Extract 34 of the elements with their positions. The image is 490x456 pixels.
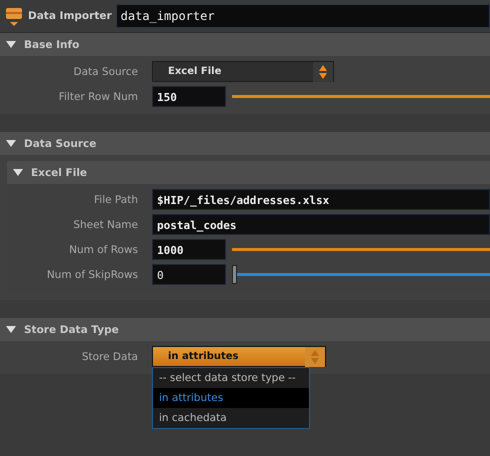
section-title: Data Source: [24, 138, 96, 150]
section-title: Excel File: [31, 166, 88, 178]
parameter-label: Num of SkipRows: [46, 268, 139, 280]
number-field[interactable]: 150: [152, 86, 226, 107]
up-down-arrows-icon: [305, 346, 325, 366]
section-header[interactable]: Data Source: [0, 132, 490, 155]
expand-triangle-icon[interactable]: [6, 40, 16, 48]
node-name-field[interactable]: data_importer: [116, 4, 490, 28]
menu-option[interactable]: in attributes: [153, 388, 309, 408]
dropdown[interactable]: in attributes: [152, 346, 326, 367]
parameter-label: Filter Row Num: [58, 90, 139, 102]
node-type-label: Data Importer: [28, 10, 112, 22]
parameter-label: Store Data: [80, 350, 139, 362]
menu-option[interactable]: in cachedata: [153, 408, 309, 428]
parameter-label: Data Source: [72, 66, 139, 78]
expand-triangle-icon[interactable]: [6, 140, 16, 148]
text-field[interactable]: $HIP/_files/addresses.xlsx: [152, 189, 490, 210]
section-header[interactable]: Store Data Type: [0, 318, 490, 341]
box-icon: [4, 5, 24, 27]
text-field[interactable]: postal_codes: [152, 214, 490, 235]
section-header[interactable]: Excel File: [7, 161, 490, 184]
up-down-arrows-icon: [313, 62, 333, 82]
menu-option[interactable]: -- select data store type --: [153, 368, 309, 388]
number-field[interactable]: 1000: [152, 239, 226, 260]
expand-triangle-icon[interactable]: [6, 326, 16, 334]
section-title: Store Data Type: [24, 324, 119, 336]
expand-triangle-icon[interactable]: [13, 168, 23, 176]
number-field[interactable]: 0: [152, 264, 226, 285]
parameter-label: File Path: [93, 194, 139, 206]
section-title: Base Info: [24, 38, 80, 50]
parameter-label: Num of Rows: [68, 244, 139, 256]
dropdown[interactable]: Excel File: [152, 61, 334, 82]
parameter-label: Sheet Name: [72, 218, 139, 230]
section-header[interactable]: Base Info: [0, 33, 490, 56]
